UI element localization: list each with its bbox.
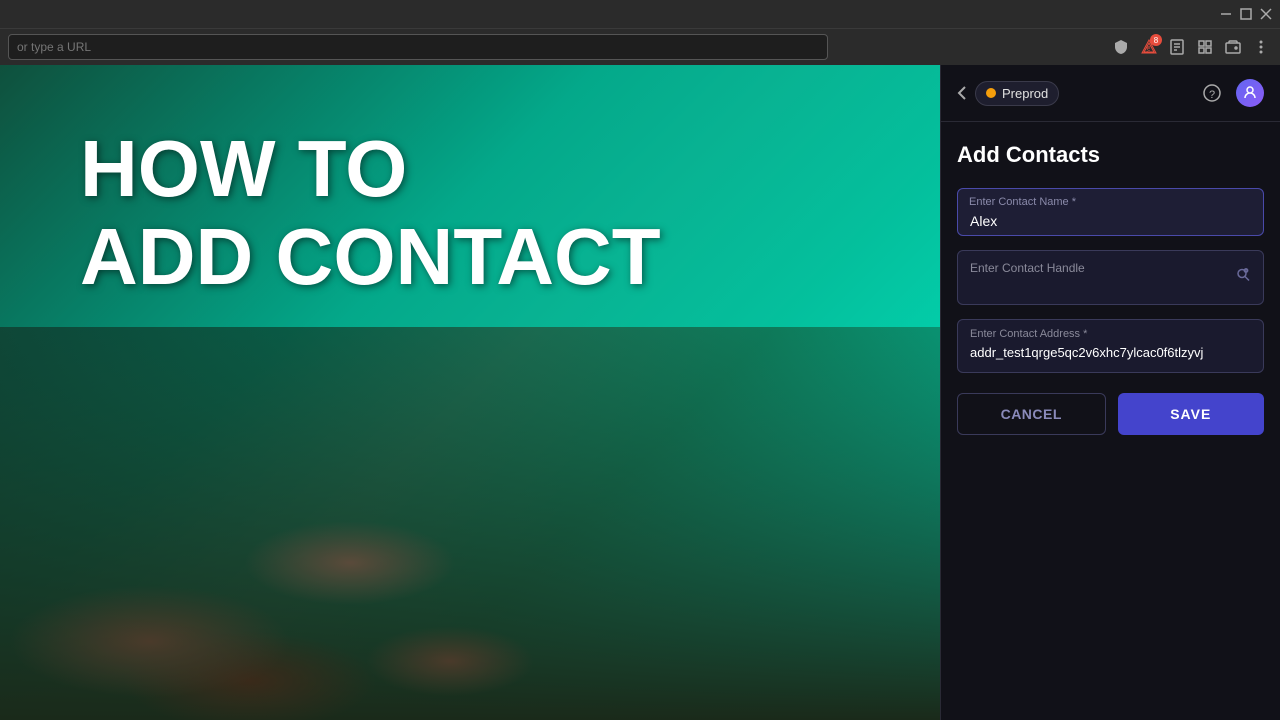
contact-name-field: Enter Contact Name * xyxy=(957,188,1264,236)
wallet-icon[interactable] xyxy=(1222,36,1244,58)
nav-bar: ! 8 xyxy=(0,28,1280,65)
network-label: Preprod xyxy=(1002,86,1048,101)
maximize-button[interactable] xyxy=(1240,8,1252,20)
handle-search-icon[interactable] xyxy=(1235,266,1253,289)
contact-handle-label: Enter Contact Handle xyxy=(970,261,1085,275)
address-field-container[interactable]: Enter Contact Address * addr_test1qrge5q… xyxy=(957,319,1264,373)
main-area: HOW TO ADD CONTACT Preprod ? xyxy=(0,65,1280,720)
nav-icons: ! 8 xyxy=(1110,36,1272,58)
browser-chrome: ! 8 xyxy=(0,0,1280,65)
extension-icon[interactable] xyxy=(1194,36,1216,58)
overlay-line2: ADD CONTACT xyxy=(80,213,661,301)
svg-text:!: ! xyxy=(1146,44,1149,54)
contact-name-label: Enter Contact Name * xyxy=(969,196,1076,208)
shield-icon[interactable] xyxy=(1110,36,1132,58)
contact-handle-input[interactable] xyxy=(958,251,1263,304)
background-scene: HOW TO ADD CONTACT xyxy=(0,65,940,720)
contact-address-field: Enter Contact Address * addr_test1qrge5q… xyxy=(957,319,1264,373)
contact-handle-field: Enter Contact Handle xyxy=(957,250,1264,305)
save-button[interactable]: SAVE xyxy=(1118,393,1265,435)
avatar[interactable] xyxy=(1236,79,1264,107)
panel-header-left: Preprod xyxy=(957,81,1059,106)
cancel-button[interactable]: CANCEL xyxy=(957,393,1106,435)
minimize-button[interactable] xyxy=(1220,8,1232,20)
sidebar-panel: Preprod ? Add Contacts Enter Contact Nam… xyxy=(940,65,1280,720)
alert-icon[interactable]: ! 8 xyxy=(1138,36,1160,58)
action-buttons: CANCEL SAVE xyxy=(957,393,1264,435)
contact-address-label: Enter Contact Address * xyxy=(970,328,1251,340)
page-title: Add Contacts xyxy=(957,142,1264,168)
help-button[interactable]: ? xyxy=(1198,79,1226,107)
back-button[interactable] xyxy=(957,85,967,101)
url-input[interactable] xyxy=(8,34,828,60)
bookmark-icon[interactable] xyxy=(1166,36,1188,58)
network-indicator xyxy=(986,88,996,98)
title-bar xyxy=(0,0,1280,28)
overlay-line1: HOW TO xyxy=(80,125,661,213)
overlay-text: HOW TO ADD CONTACT xyxy=(80,125,661,301)
svg-text:?: ? xyxy=(1209,89,1215,101)
contact-address-value: addr_test1qrge5qc2v6xhc7ylcac0f6tlzyvj xyxy=(970,344,1251,362)
network-badge[interactable]: Preprod xyxy=(975,81,1059,106)
panel-content: Add Contacts Enter Contact Name * Enter … xyxy=(941,122,1280,720)
panel-header-right: ? xyxy=(1198,79,1264,107)
close-button[interactable] xyxy=(1260,8,1272,20)
panel-header: Preprod ? xyxy=(941,65,1280,122)
menu-icon[interactable] xyxy=(1250,36,1272,58)
alert-badge: 8 xyxy=(1150,34,1162,46)
